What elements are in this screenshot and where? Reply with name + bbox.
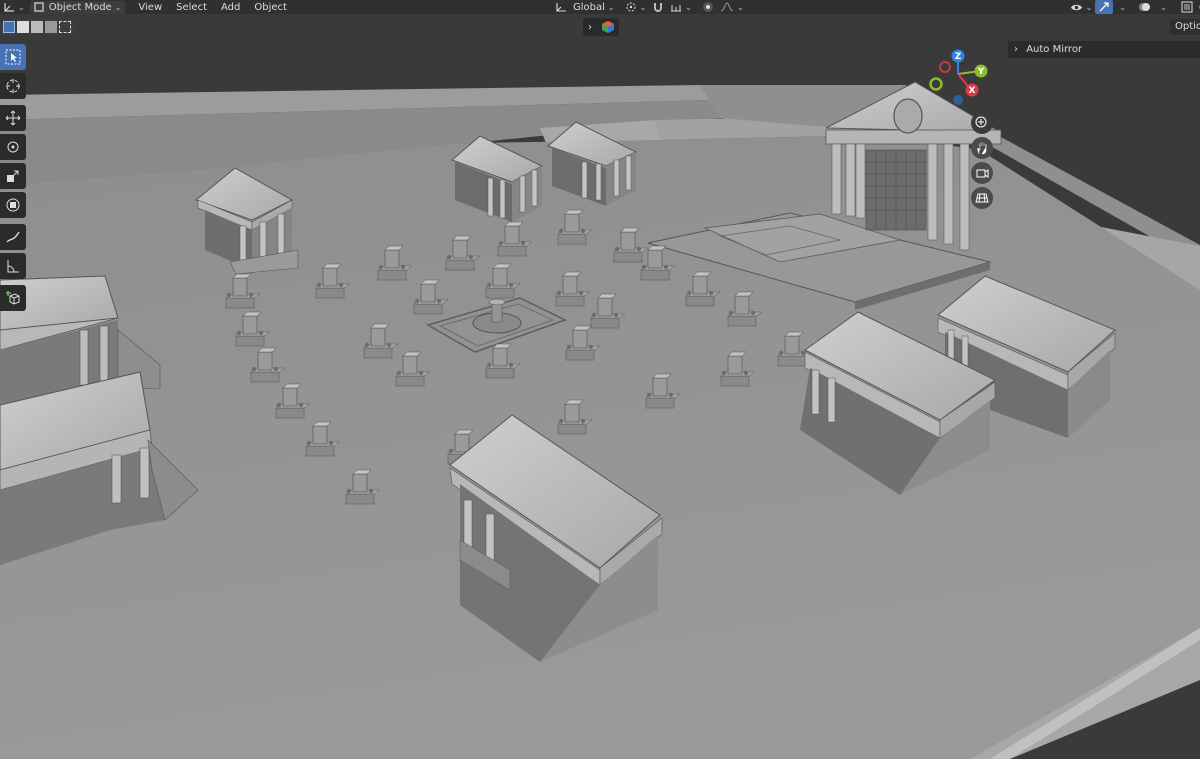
transform-axes-icon xyxy=(4,3,14,12)
axis-x-label: X xyxy=(969,86,976,96)
annotate-icon xyxy=(6,231,20,243)
chevron-right-icon: › xyxy=(588,21,592,33)
chevron-down-icon: ⌄ xyxy=(1085,2,1093,12)
falloff-curve-icon xyxy=(720,2,734,12)
select-new-icon[interactable] xyxy=(3,21,15,33)
rotate-icon xyxy=(7,141,19,153)
transform-orientation-dropdown[interactable]: Global ⌄ xyxy=(552,0,618,14)
axis-z-label: Z xyxy=(955,52,962,62)
tool-measure[interactable] xyxy=(0,253,26,279)
orientation-icon xyxy=(556,2,566,12)
object-mode-dropdown[interactable]: Object Mode ⌄ xyxy=(29,0,126,14)
viewport-header: ⌄ Object Mode ⌄ View Select Add Object G… xyxy=(0,0,1200,14)
snap-toggle[interactable] xyxy=(649,0,667,14)
axis-neg-x-dot[interactable] xyxy=(939,61,951,73)
pivot-icon xyxy=(626,2,636,12)
transform-tool-dropdown[interactable]: ⌄ xyxy=(0,0,28,14)
chevron-down-icon: ⌄ xyxy=(114,2,122,12)
pivot-point-dropdown[interactable]: ⌄ xyxy=(622,0,650,14)
transform-icon xyxy=(6,198,20,212)
select-box-icon xyxy=(5,49,21,65)
falloff-dropdown[interactable]: ⌄ xyxy=(717,0,747,14)
auto-mirror-panel[interactable]: › Auto Mirror xyxy=(1008,41,1200,58)
orientation-label: Global xyxy=(572,1,605,13)
select-subtract-icon[interactable] xyxy=(31,21,43,33)
toolbar xyxy=(0,44,28,314)
magnet-icon xyxy=(654,3,663,12)
hand-icon xyxy=(977,142,987,155)
auto-mirror-label: Auto Mirror xyxy=(1026,44,1083,55)
chevron-down-icon: ⌄ xyxy=(736,2,744,12)
select-extend-icon[interactable] xyxy=(17,21,29,33)
pan-button[interactable] xyxy=(971,137,993,159)
overlays-toggle[interactable] xyxy=(1135,0,1154,14)
xray-icon xyxy=(1181,1,1193,13)
chevron-right-icon: › xyxy=(1014,44,1018,55)
tool-settings-row xyxy=(0,18,74,36)
tool-transform[interactable] xyxy=(0,192,26,218)
menu-object[interactable]: Object xyxy=(247,0,294,14)
tool-add-cube[interactable] xyxy=(0,285,26,311)
select-intersect-icon[interactable] xyxy=(59,21,71,33)
eye-icon xyxy=(1070,4,1082,10)
select-invert-icon[interactable] xyxy=(45,21,57,33)
header-collapse-toggle[interactable]: › xyxy=(583,18,619,36)
tool-scale[interactable] xyxy=(0,163,26,189)
options-dropdown[interactable]: Optio xyxy=(1170,19,1200,35)
tool-annotate[interactable] xyxy=(0,224,26,250)
xray-toggle[interactable] xyxy=(1178,0,1196,14)
object-mode-icon xyxy=(34,2,44,12)
chevron-down-icon: ⌄ xyxy=(18,2,25,12)
gizmo-icon xyxy=(1099,2,1110,12)
measure-icon xyxy=(7,260,19,273)
axis-neg-z-dot[interactable] xyxy=(953,95,963,105)
chevron-down-icon: ⌄ xyxy=(685,2,692,12)
3d-viewport[interactable] xyxy=(0,0,1200,759)
mode-label: Object Mode xyxy=(48,1,112,13)
proportional-edit-toggle[interactable] xyxy=(699,0,717,14)
tool-cursor[interactable] xyxy=(0,73,26,99)
proportional-edit-icon xyxy=(702,2,713,12)
menu-view[interactable]: View xyxy=(131,0,169,14)
visibility-dropdown[interactable]: ⌄ xyxy=(1067,0,1096,14)
tool-select-box[interactable] xyxy=(0,44,26,70)
camera-icon xyxy=(976,169,989,178)
chevron-down-icon[interactable]: ⌄ xyxy=(1116,0,1129,14)
tool-move[interactable] xyxy=(0,105,26,131)
add-cube-icon xyxy=(6,291,20,305)
orientation-gizmo[interactable]: Z Y X xyxy=(926,48,996,118)
scale-icon xyxy=(7,170,19,182)
axis-neg-y-dot[interactable] xyxy=(929,77,943,91)
camera-view-button[interactable] xyxy=(971,162,993,184)
menu-add[interactable]: Add xyxy=(214,0,247,14)
axis-y-label: Y xyxy=(977,67,985,77)
gizmo-toggle[interactable] xyxy=(1095,0,1114,14)
tool-rotate[interactable] xyxy=(0,134,26,160)
overlays-icon xyxy=(1139,3,1151,11)
zoom-button[interactable] xyxy=(971,112,993,134)
snap-increment-icon xyxy=(671,5,682,12)
snap-target-dropdown[interactable]: ⌄ xyxy=(667,0,695,14)
chevron-down-icon: ⌄ xyxy=(607,2,615,12)
chevron-down-icon: ⌄ xyxy=(639,2,647,12)
perspective-toggle-button[interactable] xyxy=(971,187,993,209)
zoom-icon xyxy=(975,116,987,128)
scene-color-icon xyxy=(602,21,614,33)
grid-icon xyxy=(975,193,989,203)
chevron-down-icon[interactable]: ⌄ xyxy=(1157,0,1170,14)
move-icon xyxy=(5,110,21,126)
cursor-icon xyxy=(6,79,20,93)
menu-select[interactable]: Select xyxy=(169,0,214,14)
selection-mode-group xyxy=(0,19,74,35)
shading-wireframe[interactable] xyxy=(1196,0,1200,14)
